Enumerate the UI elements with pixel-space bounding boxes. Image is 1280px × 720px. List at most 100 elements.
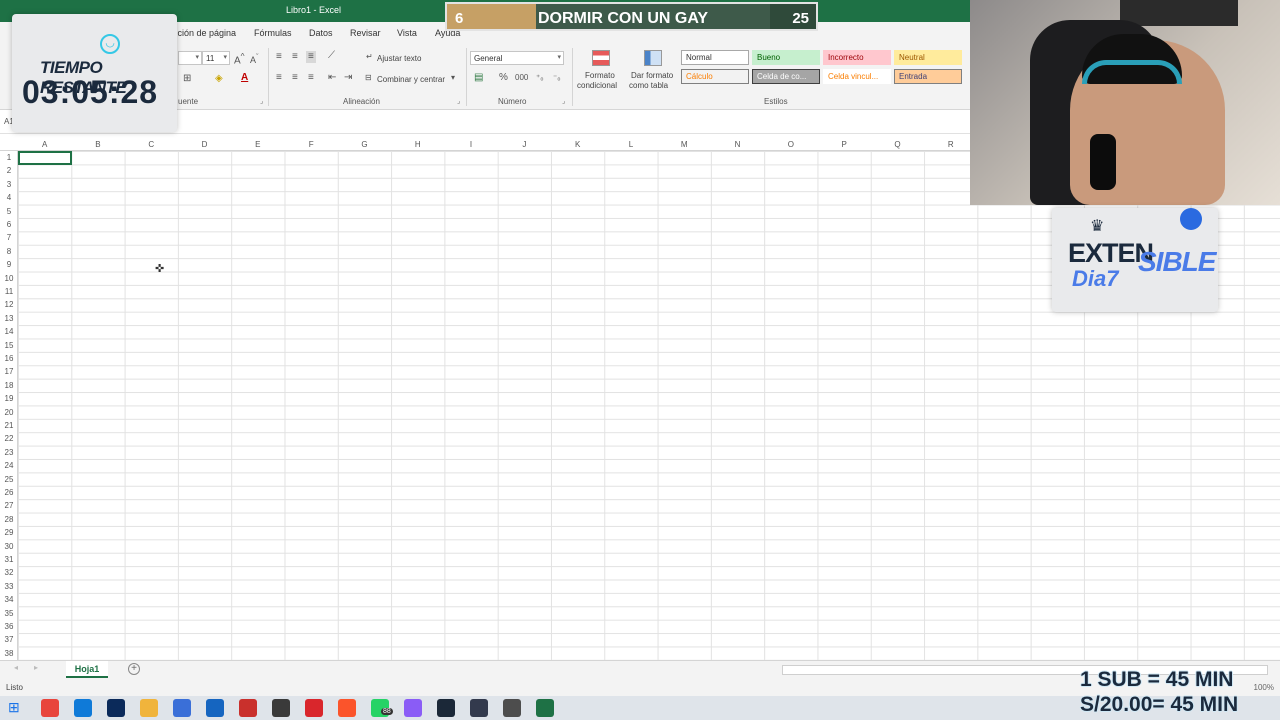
column-header[interactable]: M xyxy=(658,140,711,149)
column-header[interactable]: I xyxy=(444,140,497,149)
row-header[interactable]: 25 xyxy=(0,475,18,484)
font-size-dropdown[interactable]: 11 ▾ xyxy=(202,51,230,65)
row-header[interactable]: 28 xyxy=(0,515,18,524)
row-header[interactable]: 23 xyxy=(0,448,18,457)
wrap-text-button[interactable]: Ajustar texto xyxy=(377,54,421,63)
calculator-icon[interactable] xyxy=(503,699,521,717)
decrease-indent-icon[interactable]: ⇤ xyxy=(328,73,336,83)
messenger-icon[interactable] xyxy=(404,699,422,717)
column-header[interactable]: P xyxy=(818,140,871,149)
column-header[interactable]: H xyxy=(391,140,444,149)
folder-icon[interactable] xyxy=(140,699,158,717)
row-header[interactable]: 19 xyxy=(0,394,18,403)
number-dialog-launcher-icon[interactable]: ⌟ xyxy=(562,97,565,105)
borders-icon[interactable]: ⊞ xyxy=(183,74,191,84)
row-header[interactable]: 20 xyxy=(0,408,18,417)
add-sheet-icon[interactable]: + xyxy=(128,663,140,675)
align-middle-icon[interactable]: ≡ xyxy=(292,52,298,62)
row-header[interactable]: 27 xyxy=(0,501,18,510)
column-header[interactable]: F xyxy=(285,140,338,149)
row-header[interactable]: 18 xyxy=(0,381,18,390)
comma-style-icon[interactable]: 000 xyxy=(515,74,528,82)
row-header[interactable]: 24 xyxy=(0,461,18,470)
column-header[interactable]: A xyxy=(18,140,71,149)
sheet-tab-hoja1[interactable]: Hoja1 xyxy=(66,661,108,678)
active-cell-a1[interactable] xyxy=(18,151,72,165)
font-dialog-launcher-icon[interactable]: ⌟ xyxy=(260,97,263,105)
row-header[interactable]: 30 xyxy=(0,542,18,551)
align-bottom-icon[interactable]: ≡ xyxy=(306,51,316,63)
column-header[interactable]: G xyxy=(338,140,391,149)
tab-formulas[interactable]: Fórmulas xyxy=(254,28,292,38)
column-header[interactable]: Q xyxy=(871,140,924,149)
style-neutral[interactable]: Neutral xyxy=(894,50,962,65)
row-header[interactable]: 15 xyxy=(0,341,18,350)
increase-indent-icon[interactable]: ⇥ xyxy=(344,73,352,83)
fill-color-icon[interactable]: ◈ xyxy=(215,74,223,84)
row-header[interactable]: 4 xyxy=(0,193,18,202)
brave-icon[interactable] xyxy=(338,699,356,717)
style-good[interactable]: Bueno xyxy=(752,50,820,65)
row-header[interactable]: 37 xyxy=(0,635,18,644)
row-header[interactable]: 16 xyxy=(0,354,18,363)
steam-icon[interactable] xyxy=(437,699,455,717)
style-input[interactable]: Entrada xyxy=(894,69,962,84)
row-header[interactable]: 12 xyxy=(0,300,18,309)
font-color-icon[interactable]: A xyxy=(241,73,248,83)
row-header[interactable]: 35 xyxy=(0,609,18,618)
obs-icon[interactable] xyxy=(272,699,290,717)
merge-center-button[interactable]: Combinar y centrar xyxy=(377,75,445,84)
terminal-icon[interactable] xyxy=(470,699,488,717)
column-header[interactable]: N xyxy=(711,140,764,149)
increase-font-icon[interactable]: A^ xyxy=(234,52,245,66)
row-header[interactable]: 7 xyxy=(0,233,18,242)
photoshop-icon[interactable] xyxy=(107,699,125,717)
row-header[interactable]: 34 xyxy=(0,595,18,604)
row-header[interactable]: 29 xyxy=(0,528,18,537)
align-right-icon[interactable]: ≡ xyxy=(308,73,314,83)
windows-icon[interactable]: ⊞ xyxy=(8,699,26,717)
orientation-icon[interactable]: ⟋ xyxy=(328,51,335,61)
row-header[interactable]: 13 xyxy=(0,314,18,323)
decrease-decimal-icon[interactable]: ⁻₀ xyxy=(553,74,561,82)
tab-review[interactable]: Revisar xyxy=(350,28,381,38)
row-header[interactable]: 6 xyxy=(0,220,18,229)
column-header[interactable]: D xyxy=(178,140,231,149)
row-header[interactable]: 5 xyxy=(0,207,18,216)
align-center-icon[interactable]: ≡ xyxy=(292,73,298,83)
font-name-dropdown[interactable]: ▾ xyxy=(178,51,202,65)
column-header[interactable]: E xyxy=(231,140,284,149)
opera-gx-icon[interactable] xyxy=(305,699,323,717)
edge-icon[interactable] xyxy=(74,699,92,717)
mail-icon[interactable] xyxy=(206,699,224,717)
format-as-table-button[interactable]: Dar formato como tabla xyxy=(628,48,680,96)
alignment-dialog-launcher-icon[interactable]: ⌟ xyxy=(457,97,460,105)
accounting-format-icon[interactable]: ▤ xyxy=(474,73,483,83)
align-left-icon[interactable]: ≡ xyxy=(276,73,282,83)
row-header[interactable]: 38 xyxy=(0,649,18,658)
column-header[interactable]: O xyxy=(764,140,817,149)
column-header[interactable]: K xyxy=(551,140,604,149)
style-linked-cell[interactable]: Celda vincul... xyxy=(823,69,891,84)
row-header[interactable]: 11 xyxy=(0,287,18,296)
style-normal[interactable]: Normal xyxy=(681,50,749,65)
store-icon[interactable] xyxy=(173,699,191,717)
row-header[interactable]: 3 xyxy=(0,180,18,189)
number-format-dropdown[interactable]: General ▾ xyxy=(470,51,564,65)
increase-decimal-icon[interactable]: ⁺₀ xyxy=(536,74,544,82)
align-top-icon[interactable]: ≡ xyxy=(276,52,282,62)
row-header[interactable]: 33 xyxy=(0,582,18,591)
row-header[interactable]: 17 xyxy=(0,367,18,376)
tab-view[interactable]: Vista xyxy=(397,28,417,38)
chrome-icon[interactable] xyxy=(41,699,59,717)
row-header[interactable]: 14 xyxy=(0,327,18,336)
decrease-font-icon[interactable]: Aˇ xyxy=(250,53,259,65)
next-sheet-icon[interactable]: ▸ xyxy=(34,664,38,672)
row-header[interactable]: 9 xyxy=(0,260,18,269)
conditional-format-button[interactable]: Formato condicional xyxy=(577,48,625,96)
style-bad[interactable]: Incorrecto xyxy=(823,50,891,65)
row-header[interactable]: 36 xyxy=(0,622,18,631)
tab-data[interactable]: Datos xyxy=(309,28,333,38)
row-header[interactable]: 22 xyxy=(0,434,18,443)
row-header[interactable]: 10 xyxy=(0,274,18,283)
